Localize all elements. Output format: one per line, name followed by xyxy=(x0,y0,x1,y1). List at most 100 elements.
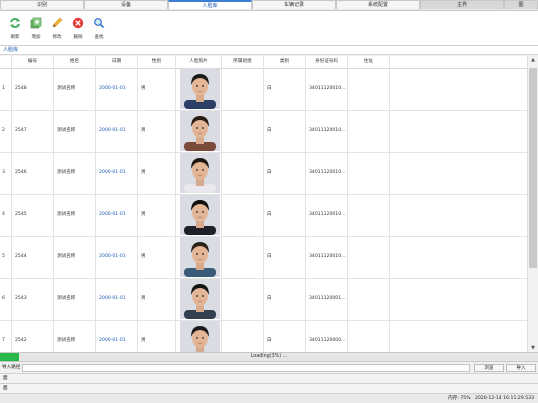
delete-button[interactable]: 删除 xyxy=(67,17,89,40)
cell-date: 2000-01-01 xyxy=(96,194,138,236)
cell-name: 测试名称 xyxy=(54,236,96,278)
cell-type: 白 xyxy=(264,110,306,152)
cell-address xyxy=(348,194,390,236)
import-button[interactable]: 导入 xyxy=(506,364,536,372)
cell-type: 白 xyxy=(264,320,306,352)
cell-id: 2546 xyxy=(12,152,54,194)
refresh-icon xyxy=(10,18,20,28)
table-row[interactable]: 5 2544 测试名称 2000-01-01 男 白 34011120010... xyxy=(0,236,528,279)
table-row[interactable]: 1 2548 测试名称 2000-01-01 男 白 34011120010... xyxy=(0,68,528,111)
tab-6[interactable]: 图 xyxy=(504,0,538,9)
cell-group xyxy=(222,278,264,320)
face-photo[interactable] xyxy=(180,111,220,151)
cell-address xyxy=(348,320,390,352)
column-header[interactable]: 编号 xyxy=(12,56,54,68)
log-line-1: 面 xyxy=(0,374,538,384)
column-header[interactable]: 所属组组 xyxy=(222,56,264,68)
column-header[interactable]: 住址 xyxy=(348,56,390,68)
search-icon xyxy=(94,18,105,29)
status-bar: 内存: 75% 2020-12-14 16:11:29.533 xyxy=(0,394,538,403)
search-button[interactable]: 查找 xyxy=(88,17,110,40)
cell-type: 白 xyxy=(264,68,306,110)
cell-group xyxy=(222,194,264,236)
cell-name: 测试名称 xyxy=(54,152,96,194)
cell-id: 2544 xyxy=(12,236,54,278)
add-button[interactable]: 增加 xyxy=(25,17,47,40)
scroll-up-icon[interactable]: ▲ xyxy=(528,56,538,64)
cell-gender: 男 xyxy=(138,236,176,278)
cell-idno: 34011120010... xyxy=(306,152,348,194)
row-header-corner xyxy=(0,56,12,68)
cell-id: 2548 xyxy=(12,68,54,110)
cell-gender: 男 xyxy=(138,194,176,236)
row-index: 3 xyxy=(0,152,12,194)
status-datetime: 2020-12-14 16:11:29.533 xyxy=(474,396,534,401)
column-header[interactable]: 姓名 xyxy=(54,56,96,68)
row-index: 5 xyxy=(0,236,12,278)
tab-1[interactable]: 设备 xyxy=(84,0,168,9)
row-index: 4 xyxy=(0,194,12,236)
cell-address xyxy=(348,110,390,152)
column-header[interactable]: 性别 xyxy=(138,56,176,68)
cell-date: 2000-01-01 xyxy=(96,68,138,110)
column-header[interactable]: 人脸照片 xyxy=(176,56,222,68)
loading-progress: Loading(3%) ... xyxy=(0,352,538,362)
face-photo[interactable] xyxy=(180,195,220,235)
cell-name: 测试名称 xyxy=(54,110,96,152)
edit-label: 修改 xyxy=(52,35,62,40)
toolbar: 刷新 增加 修改 删除 查找 xyxy=(0,11,538,46)
face-photo[interactable] xyxy=(180,321,220,353)
table-row[interactable]: 3 2546 测试名称 2000-01-01 男 白 34011120010... xyxy=(0,152,528,195)
cell-group xyxy=(222,152,264,194)
cell-name: 测试名称 xyxy=(54,194,96,236)
row-index: 7 xyxy=(0,320,12,352)
cell-type: 白 xyxy=(264,194,306,236)
face-photo[interactable] xyxy=(180,237,220,277)
table-row[interactable]: 2 2547 测试名称 2000-01-01 男 白 34011120010... xyxy=(0,110,528,153)
cell-gender: 男 xyxy=(138,68,176,110)
tab-0[interactable]: 识别 xyxy=(0,0,84,9)
tab-2[interactable]: 人脸库 xyxy=(168,0,252,9)
cell-address xyxy=(348,152,390,194)
import-path-label: 导入路径 xyxy=(2,365,21,370)
cell-id: 2543 xyxy=(12,278,54,320)
delete-label: 删除 xyxy=(73,35,83,40)
cell-group xyxy=(222,236,264,278)
scrollbar-thumb[interactable] xyxy=(529,68,537,268)
scroll-down-icon[interactable]: ▼ xyxy=(528,344,538,352)
cell-gender: 男 xyxy=(138,152,176,194)
table-row[interactable]: 4 2545 测试名称 2000-01-01 男 白 34011120010... xyxy=(0,194,528,237)
search-label: 查找 xyxy=(94,35,104,40)
column-header[interactable]: 身份证号码 xyxy=(306,56,348,68)
row-index: 6 xyxy=(0,278,12,320)
cell-type: 白 xyxy=(264,152,306,194)
tab-3[interactable]: 车辆记录 xyxy=(252,0,336,9)
tab-5[interactable]: 主界 xyxy=(420,0,504,9)
face-photo[interactable] xyxy=(180,69,220,109)
face-photo[interactable] xyxy=(180,279,220,319)
cell-id: 2547 xyxy=(12,110,54,152)
cell-name: 测试名称 xyxy=(54,320,96,352)
face-table: 编号 姓名 日期 性别 人脸照片 所属组组 类别 身份证号码 住址 1 2548 测试名称 2000-… xyxy=(0,56,538,353)
refresh-button[interactable]: 刷新 xyxy=(4,17,26,40)
tab-4[interactable]: 系统配置 xyxy=(336,0,420,9)
edit-button[interactable]: 修改 xyxy=(46,17,68,40)
table-row[interactable]: 7 2542 测试名称 2000-01-01 男 白 34011120000... xyxy=(0,320,528,353)
cell-id: 2545 xyxy=(12,194,54,236)
import-path-input[interactable] xyxy=(22,364,470,372)
cell-group xyxy=(222,320,264,352)
column-header[interactable]: 日期 xyxy=(96,56,138,68)
vertical-scrollbar[interactable]: ▲ ▼ xyxy=(527,56,538,352)
browse-button[interactable]: 浏览 xyxy=(474,364,504,372)
cell-address xyxy=(348,278,390,320)
tab-bar: 识别 设备 人脸库 车辆记录 系统配置 主界图 xyxy=(0,0,538,11)
status-info: 内存: 75% 2020-12-14 16:11:29.533 xyxy=(448,394,534,403)
table-row[interactable]: 6 2543 测试名称 2000-01-01 男 白 34011120001... xyxy=(0,278,528,321)
cell-photo xyxy=(176,236,222,278)
column-header[interactable]: 类别 xyxy=(264,56,306,68)
cell-idno: 34011120010... xyxy=(306,194,348,236)
face-photo[interactable] xyxy=(180,153,220,193)
refresh-label: 刷新 xyxy=(10,35,20,40)
cell-photo xyxy=(176,68,222,110)
log-line-2: 面 xyxy=(0,384,538,394)
